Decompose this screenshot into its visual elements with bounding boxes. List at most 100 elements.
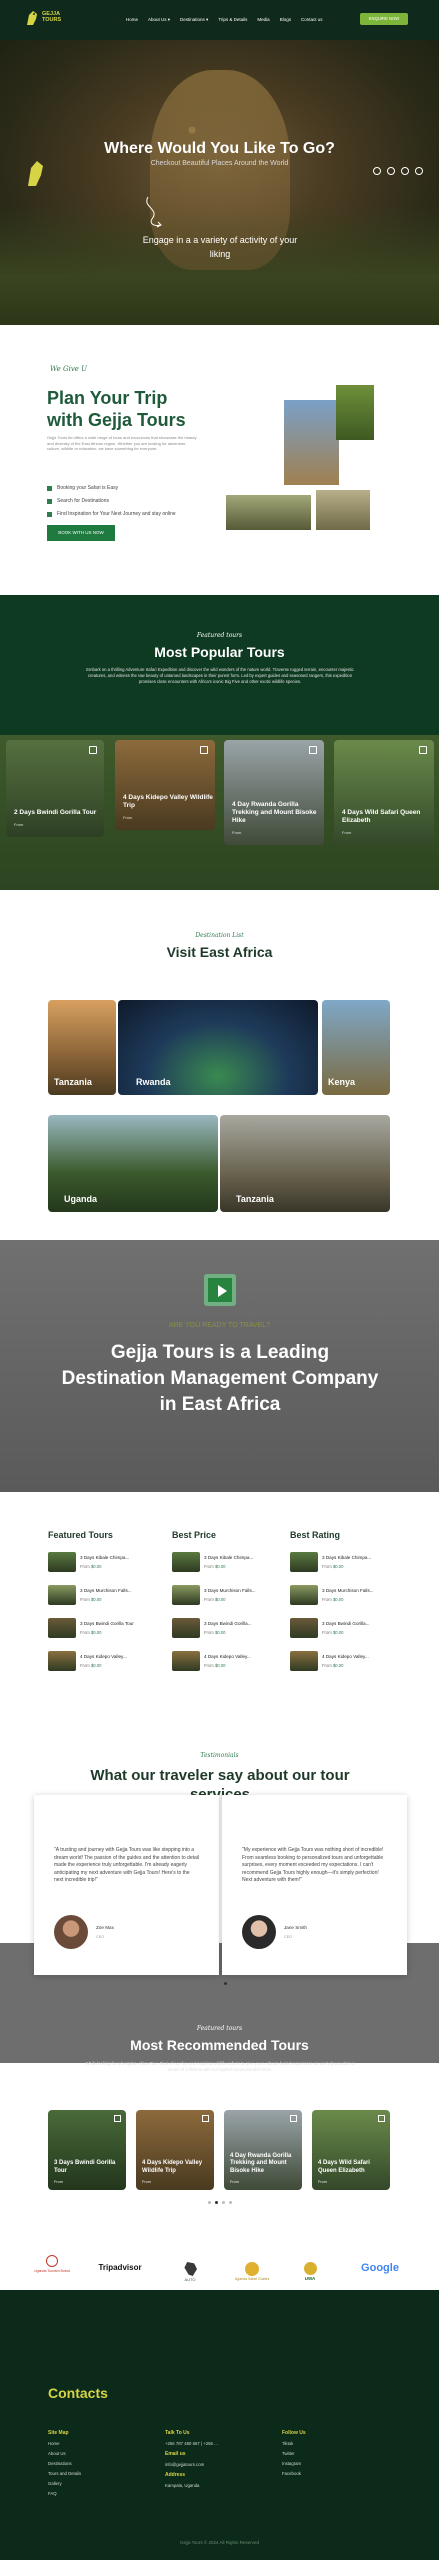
footer-link-instagram[interactable]: Instagram [282,2461,306,2466]
list-item[interactable]: 4 Days Kidepo Valley... From $0.00 [48,1651,148,1675]
footer-link-home[interactable]: Home [48,2441,81,2446]
book-with-us-button[interactable]: BOOK WITH US NOW [47,525,115,541]
nav-home[interactable]: Home [126,17,138,23]
list-item[interactable]: 3 Days Bwindi Gorilla... From $0.00 [172,1618,272,1642]
play-video-button[interactable] [204,1274,236,1306]
footer-heading: Site Map [48,2430,69,2436]
instagram-icon[interactable] [401,167,409,175]
list-item-price-value: $0.00 [332,1663,344,1668]
list-item-price-value: $0.00 [214,1663,226,1668]
list-item-price: From $0.00 [204,1630,225,1635]
nav-destinations[interactable]: Destinations ▾ [180,17,208,23]
footer-link-about[interactable]: About Us [48,2451,81,2456]
partner-logo-google: Google [350,2262,410,2274]
footer-link-twitter[interactable]: Twitter [282,2451,306,2456]
partner-logo-uwa: UWA [298,2262,322,2281]
list-item[interactable]: 3 Days Bwindi Gorilla... From $0.00 [290,1618,390,1642]
tour-card[interactable]: 2 Days Bwindi Gorilla Tour From [6,740,104,837]
destination-card-tanzania[interactable]: Tanzania [48,1000,116,1095]
plan-feature-item: Find Inspiration for Your Next Journey a… [47,511,176,517]
tour-card-from: From [342,830,352,835]
destination-label: Tanzania [54,1077,92,1087]
list-column-title: Best Price [172,1530,217,1540]
carousel-dot[interactable] [229,2201,232,2204]
footer-email[interactable]: info@gejjatours.com [165,2462,218,2467]
check-icon [47,498,52,504]
wishlist-icon[interactable] [114,2115,121,2122]
destination-card-kenya[interactable]: Kenya [322,1000,390,1095]
facebook-icon[interactable] [415,167,423,175]
list-item[interactable]: 4 Days Kidepo Valley... From $0.00 [290,1651,390,1675]
destination-card-uganda[interactable]: Uganda [48,1115,218,1212]
popular-description: Embark on a thrilling Adventure Safari E… [86,667,354,684]
list-item[interactable]: 3 Days Murchison Falls... From $0.00 [48,1585,148,1609]
list-item-thumbnail [172,1651,200,1671]
wishlist-icon[interactable] [89,746,97,754]
logo-text[interactable]: GEJJA TOURS [42,11,61,23]
destination-card-tanzania[interactable]: Tanzania [220,1115,390,1212]
wishlist-icon[interactable] [202,2115,209,2122]
list-item[interactable]: 3 Days Bwindi Gorilla Tour From $0.00 [48,1618,148,1642]
twitter-icon[interactable] [387,167,395,175]
recommended-card[interactable]: 4 Days Wild Safari Queen Elizabeth From [312,2110,390,2190]
partner-logo-utb: Uganda Tourism Board [28,2255,76,2273]
tour-card[interactable]: 4 Day Rwanda Gorilla Trekking and Mount … [224,740,324,845]
testimonial-card: "My experience with Gejja Tours was noth… [222,1795,407,1975]
list-item-price: From $0.00 [80,1663,101,1668]
list-item-price-value: $0.00 [332,1597,344,1602]
recommended-card[interactable]: 4 Days Kidepo Valley Wildlife Trip From [136,2110,214,2190]
list-item[interactable]: 3 Days Kibale Chimpa... From $0.00 [48,1552,148,1576]
destination-label: Kenya [328,1077,356,1087]
footer-link-facebook[interactable]: Facebook [282,2471,306,2476]
nav-contact[interactable]: Contact us [301,17,323,23]
nav-trips[interactable]: Trips & Details [218,17,247,23]
carousel-dot[interactable] [208,2201,211,2204]
carousel-dot[interactable] [215,2201,218,2204]
destination-card-rwanda[interactable]: Rwanda [118,1000,318,1095]
recommended-card[interactable]: 4 Day Rwanda Gorilla Trekking and Mount … [224,2110,302,2190]
nav-about[interactable]: About Us ▾ [148,17,170,23]
leopard-logo-icon[interactable] [24,9,40,27]
footer-link-tours[interactable]: Tours and Details [48,2471,81,2476]
footer-link-gallery[interactable]: Gallery [48,2481,81,2486]
list-item-price-value: $0.00 [214,1630,226,1635]
nav-media[interactable]: Media [257,17,269,23]
main-nav: Home About Us ▾ Destinations ▾ Trips & D… [126,17,322,23]
nav-blogs[interactable]: Blogs [280,17,291,23]
list-item-price: From $0.00 [322,1663,343,1668]
tiktok-icon[interactable] [373,167,381,175]
list-item-thumbnail [172,1552,200,1572]
enquire-now-button[interactable]: ENQUIRE NOW [360,13,408,25]
list-item-price-value: $0.00 [332,1630,344,1635]
wishlist-icon[interactable] [419,746,427,754]
wishlist-icon[interactable] [200,746,208,754]
destinations-script: Destination List [195,932,244,939]
wishlist-icon[interactable] [378,2115,385,2122]
footer-link-destinations[interactable]: Destinations [48,2461,81,2466]
list-item-price-value: $0.00 [90,1630,102,1635]
recommended-card[interactable]: 3 Days Bwindi Gorilla Tour From [48,2110,126,2190]
list-item[interactable]: 3 Days Murchison Falls... From $0.00 [290,1585,390,1609]
partner-logo-tripadvisor: Tripadvisor [90,2263,150,2272]
tour-card[interactable]: 4 Days Wild Safari Queen Elizabeth From [334,740,434,845]
list-item[interactable]: 3 Days Kibale Chimpa... From $0.00 [290,1552,390,1576]
list-item[interactable]: 4 Days Kidepo Valley... From $0.00 [172,1651,272,1675]
list-item-from: From [80,1597,90,1602]
list-item-name: 4 Days Kidepo Valley... [80,1654,127,1659]
footer-phone[interactable]: +256 787 480 667 | +256 ... [165,2441,218,2446]
footer-link-tiktok[interactable]: Tiktok [282,2441,306,2446]
elephant-photo [226,495,311,530]
plan-feature-label: Booking your Safari is Easy [57,485,119,491]
tour-card-from: From [14,822,24,827]
list-item[interactable]: 3 Days Kibale Chimpa... From $0.00 [172,1552,272,1576]
tour-card[interactable]: 4 Days Kidepo Valley Wildlife Trip From [115,740,215,830]
footer-link-faq[interactable]: FAQ [48,2491,81,2496]
wishlist-icon[interactable] [290,2115,297,2122]
list-item-price: From $0.00 [204,1663,225,1668]
carousel-dot[interactable] [222,2201,225,2204]
page: GEJJA TOURS Home About Us ▾ Destinations… [0,0,439,2560]
testimonial-dot[interactable] [224,1982,227,1985]
list-item-from: From [80,1663,90,1668]
list-item[interactable]: 3 Days Murchison Falls... From $0.00 [172,1585,272,1609]
wishlist-icon[interactable] [309,746,317,754]
